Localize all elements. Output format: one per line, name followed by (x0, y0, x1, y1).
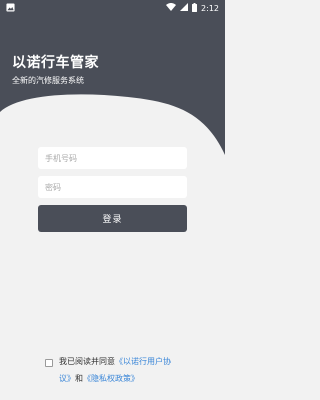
privacy-policy-link[interactable]: 《隐私权政策》 (83, 374, 139, 383)
user-agreement-link-end[interactable]: 议》 (59, 374, 75, 383)
battery-icon (192, 2, 198, 14)
user-agreement-link[interactable]: 《以诺行用户协 (115, 357, 171, 366)
agreement-text-line-2: 议》和《隐私权政策》 (59, 373, 139, 384)
wifi-icon (166, 2, 177, 13)
agreement-conjunction: 和 (75, 374, 83, 383)
app-subtitle: 全新的汽修服务系统 (12, 76, 84, 85)
signal-icon (180, 3, 189, 13)
agreement-prefix: 我已阅读并同意 (59, 357, 115, 366)
status-time: 2:12 (201, 3, 219, 13)
password-input[interactable] (38, 176, 187, 198)
status-bar: 2:12 (0, 0, 225, 16)
login-button[interactable]: 登录 (38, 205, 187, 232)
phone-input[interactable] (38, 147, 187, 169)
app-title: 以诺行车管家 (12, 55, 99, 71)
agreement-checkbox[interactable] (45, 359, 53, 367)
notification-image-icon (6, 2, 15, 14)
agreement-text-line-1: 我已阅读并同意《以诺行用户协 (59, 356, 171, 367)
